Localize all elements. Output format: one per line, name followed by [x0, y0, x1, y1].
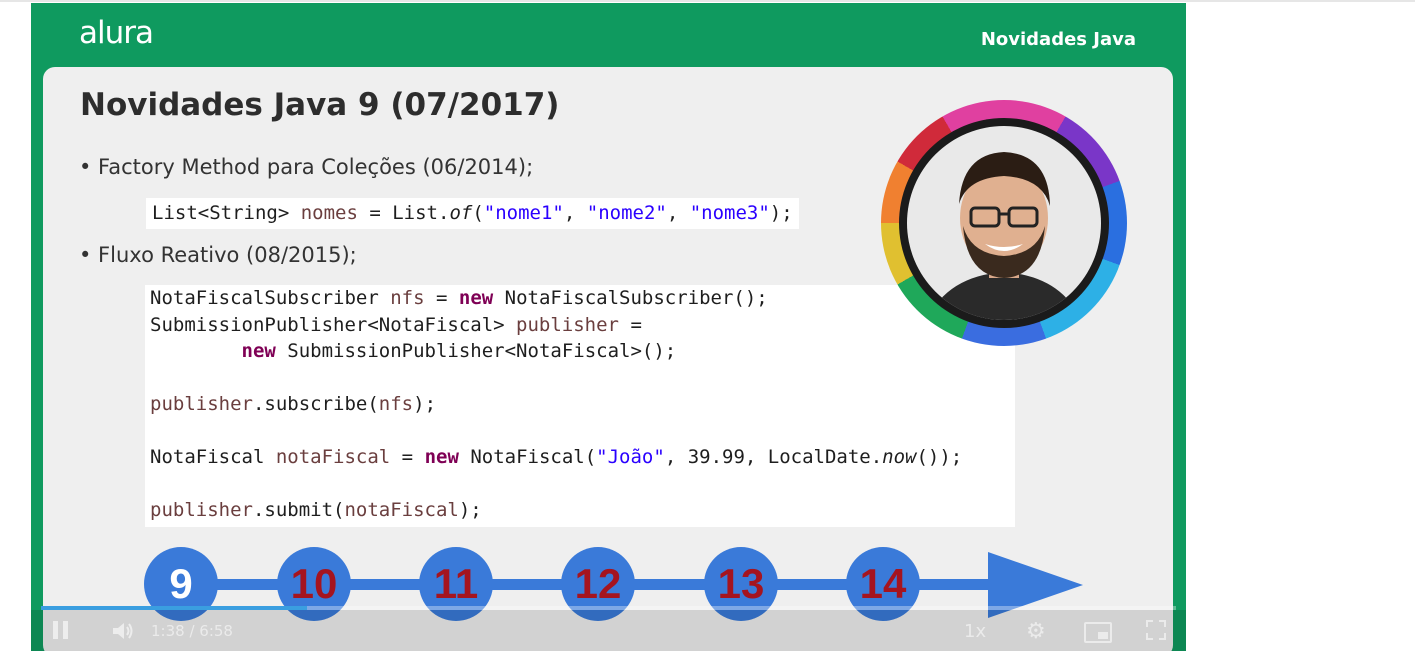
code-line-2: SubmissionPublisher<NotaFiscal> publishe…	[150, 313, 642, 336]
settings-gear-icon[interactable]: ⚙	[1026, 619, 1046, 644]
slide-panel: Novidades Java 9 (07/2017) • Factory Met…	[43, 67, 1173, 651]
code-line-1: NotaFiscalSubscriber nfs = new NotaFisca…	[150, 287, 768, 309]
code-snippet-reactive-flow: NotaFiscalSubscriber nfs = new NotaFisca…	[145, 285, 1015, 527]
instructor-avatar	[881, 100, 1127, 346]
code-line-3: new SubmissionPublisher<NotaFiscal>();	[241, 340, 677, 362]
instructor-photo	[907, 126, 1101, 320]
time-display: 1:38 / 6:58	[151, 622, 233, 640]
course-title: Novidades Java	[980, 29, 1136, 50]
pause-icon[interactable]	[53, 621, 71, 641]
bullet-reactive-flow: • Fluxo Reativo (08/2015);	[79, 243, 357, 267]
player-controls: 1:38 / 6:58 1x ⚙	[31, 610, 1186, 651]
brand-logo: alura	[79, 15, 154, 51]
code-line-6: publisher.submit(notaFiscal);	[150, 499, 482, 521]
code-snippet-list-of: List<String> nomes = List.of("nome1", "n…	[146, 198, 799, 229]
duration: 6:58	[199, 622, 233, 640]
page-top-border	[0, 0, 1415, 2]
playback-speed-button[interactable]: 1x	[964, 621, 986, 642]
fullscreen-icon[interactable]	[1146, 620, 1166, 640]
video-player[interactable]: alura Novidades Java Novidades Java 9 (0…	[31, 3, 1186, 651]
bullet-factory-method: • Factory Method para Coleções (06/2014)…	[79, 155, 534, 179]
code-line-5: NotaFiscal notaFiscal = new NotaFiscal("…	[150, 446, 963, 468]
current-time: 1:38	[151, 622, 185, 640]
slide-title: Novidades Java 9 (07/2017)	[80, 87, 560, 123]
volume-icon[interactable]	[111, 620, 135, 642]
picture-in-picture-icon[interactable]	[1084, 622, 1112, 643]
code-line-4: publisher.subscribe(nfs);	[150, 393, 437, 415]
